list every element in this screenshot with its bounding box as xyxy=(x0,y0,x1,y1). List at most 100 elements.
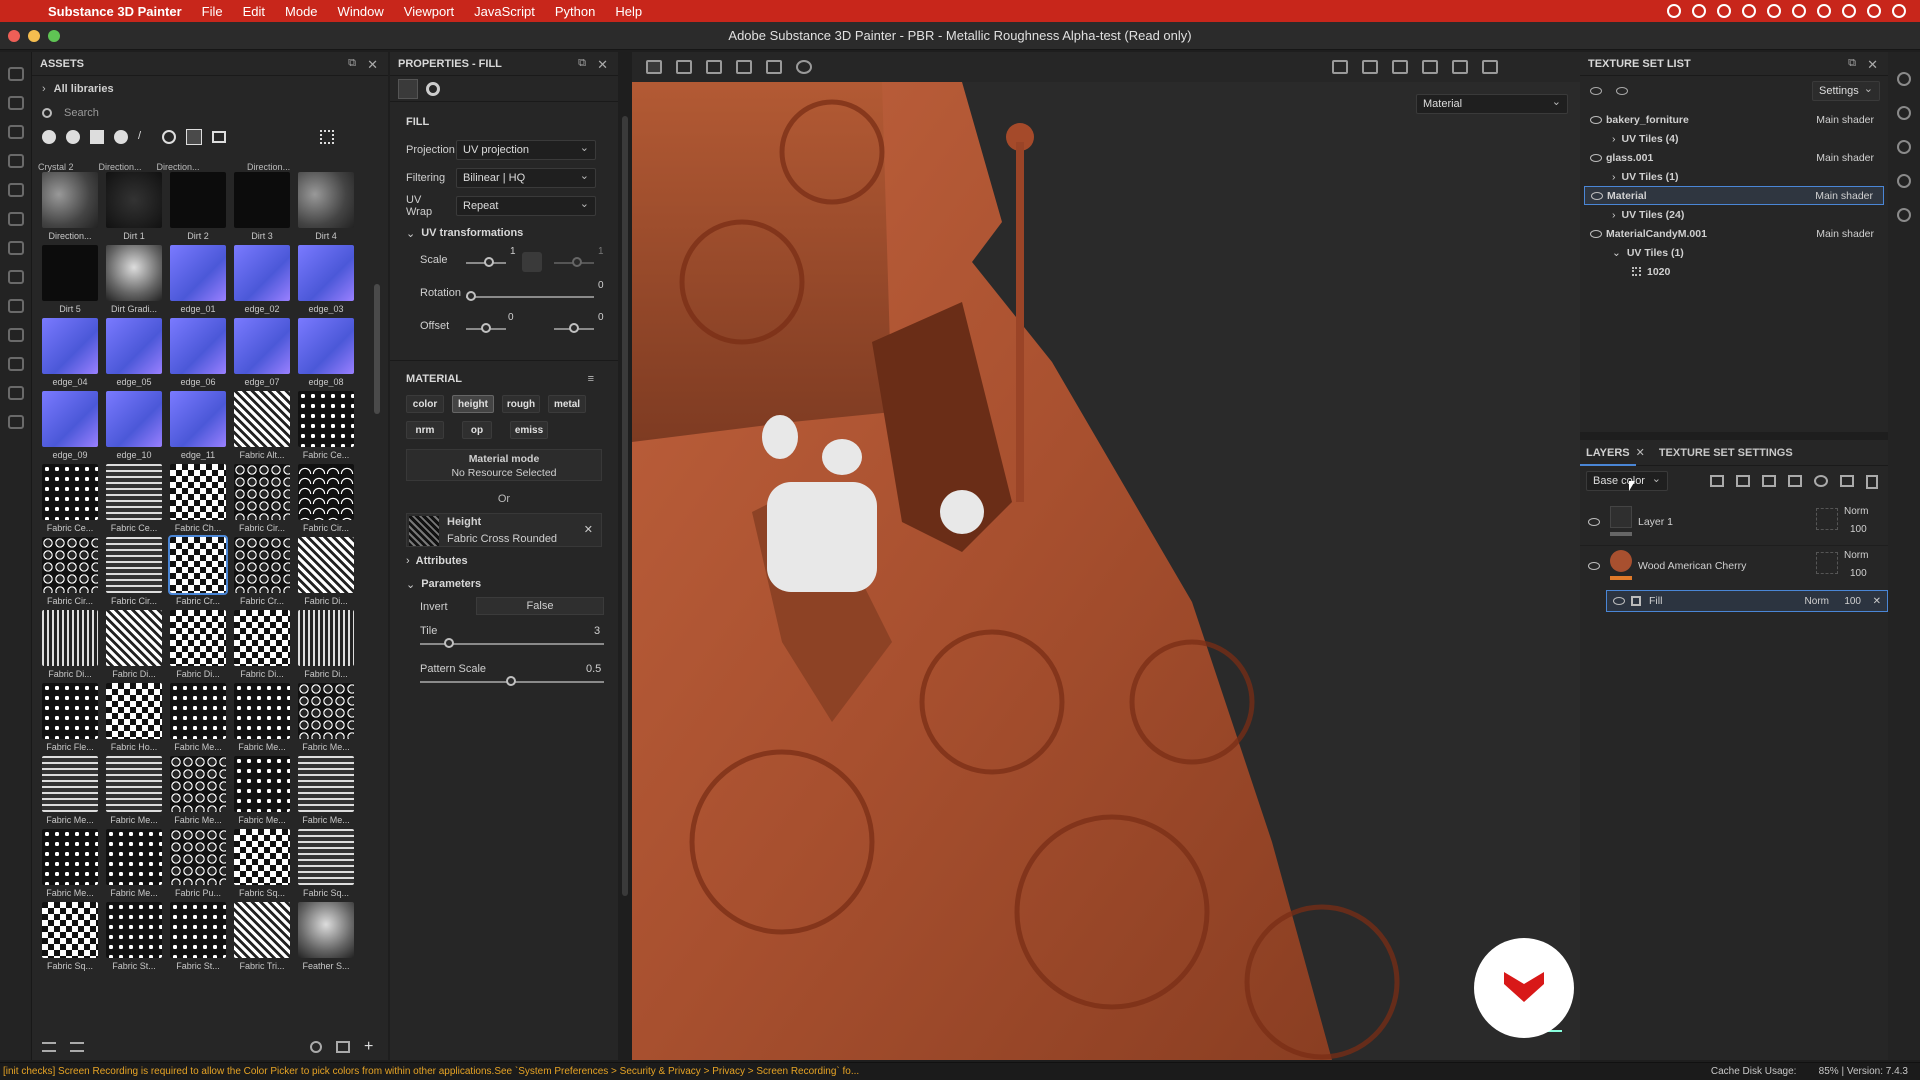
gear-icon[interactable] xyxy=(1717,4,1731,18)
tab-properties-icon[interactable] xyxy=(398,78,418,99)
uv-tiles-row[interactable]: ⌄ UV Tiles (1) xyxy=(1590,243,1884,262)
asset-thumbnail[interactable]: Feather S... xyxy=(294,900,358,973)
asset-thumbnail[interactable]: Fabric Me... xyxy=(38,827,102,900)
folder-icon[interactable] xyxy=(336,1041,350,1053)
align-icon[interactable] xyxy=(736,60,752,74)
uvwrap-dropdown[interactable]: Repeat xyxy=(456,196,596,216)
properties-scrollbar[interactable] xyxy=(622,116,628,896)
asset-thumbnail[interactable]: Fabric St... xyxy=(166,900,230,973)
asset-thumbnail[interactable]: Fabric Sq... xyxy=(38,900,102,973)
asset-thumbnail[interactable]: Fabric Pu... xyxy=(166,827,230,900)
asset-thumbnail[interactable]: Fabric Di... xyxy=(166,608,230,681)
frame-icon[interactable] xyxy=(766,60,782,74)
close-icon[interactable]: ✕ xyxy=(1867,57,1878,73)
asset-thumbnail[interactable]: Fabric Me... xyxy=(102,827,166,900)
search-input[interactable]: Search xyxy=(64,107,99,119)
view-2d-icon[interactable] xyxy=(1392,60,1408,74)
opacity-value[interactable]: 100 xyxy=(1850,568,1867,579)
viewport-grid-icon[interactable] xyxy=(646,60,662,74)
channel-emiss[interactable]: emiss xyxy=(510,421,548,439)
menu-mode[interactable]: Mode xyxy=(285,4,318,19)
cast-icon[interactable] xyxy=(1742,4,1756,18)
scale-v-slider-handle[interactable] xyxy=(572,257,582,267)
asset-thumbnail[interactable]: edge_06 xyxy=(166,316,230,389)
asset-thumbnail[interactable]: Fabric Me... xyxy=(230,754,294,827)
smudge-icon[interactable] xyxy=(8,183,24,197)
menu-viewport[interactable]: Viewport xyxy=(404,4,454,19)
asset-thumbnail[interactable]: edge_08 xyxy=(294,316,358,389)
camera-icon[interactable] xyxy=(1452,60,1468,74)
assets-scrollbar[interactable] xyxy=(374,284,380,414)
shader-label[interactable]: Main shader xyxy=(1816,228,1874,240)
asset-thumbnail[interactable]: edge_02 xyxy=(230,243,294,316)
pattern-scale-slider-handle[interactable] xyxy=(506,676,516,686)
close-icon[interactable]: ✕ xyxy=(584,523,593,536)
mask-filter-icon[interactable] xyxy=(114,130,128,144)
asset-thumbnail[interactable]: Fabric Cr... xyxy=(230,535,294,608)
show-all-icon[interactable] xyxy=(1616,87,1628,95)
wifi-icon[interactable] xyxy=(1842,4,1856,18)
clone-icon[interactable] xyxy=(8,212,24,226)
uv-tiles-icon[interactable] xyxy=(676,60,692,74)
shader-label[interactable]: Main shader xyxy=(1816,152,1874,164)
environment-filter-icon[interactable] xyxy=(212,131,226,143)
add-smart-icon[interactable] xyxy=(1814,475,1828,487)
asset-thumbnail[interactable]: Direction... xyxy=(38,170,102,243)
texture-set-row[interactable]: glass.001 Main shader xyxy=(1590,148,1884,167)
asset-thumbnail[interactable]: Fabric Di... xyxy=(102,608,166,681)
minimize-window-button[interactable] xyxy=(28,30,40,42)
projection-dropdown[interactable]: UV projection xyxy=(456,140,596,160)
extension-icon[interactable] xyxy=(1692,4,1706,18)
export-icon[interactable] xyxy=(8,357,24,371)
geometry-mask-icon[interactable] xyxy=(8,154,24,168)
shader-settings-icon[interactable] xyxy=(1897,140,1911,154)
uv-tiles-row[interactable]: › UV Tiles (1) xyxy=(1590,167,1884,186)
hide-icon[interactable] xyxy=(1332,60,1348,74)
filtering-dropdown[interactable]: Bilinear | HQ xyxy=(456,168,596,188)
texture-set-row[interactable]: MaterialCandyM.001 Main shader xyxy=(1590,224,1884,243)
asset-thumbnail[interactable]: Fabric Me... xyxy=(230,681,294,754)
rotation-slider-handle[interactable] xyxy=(466,291,476,301)
layer-row[interactable]: Layer 1 Norm 100 xyxy=(1580,502,1888,546)
channel-dropdown[interactable]: Base color xyxy=(1586,471,1668,491)
invert-toggle[interactable]: False xyxy=(476,597,604,615)
visibility-eye-icon[interactable] xyxy=(1588,518,1600,526)
close-icon[interactable]: ✕ xyxy=(1873,596,1881,607)
display-settings-icon[interactable] xyxy=(1897,106,1911,120)
asset-thumbnail[interactable]: Fabric Di... xyxy=(38,608,102,681)
zoom-window-button[interactable] xyxy=(48,30,60,42)
offset-v-slider-handle[interactable] xyxy=(569,323,579,333)
library-selector[interactable]: › All libraries xyxy=(32,76,388,102)
symmetry-icon[interactable] xyxy=(706,60,722,74)
fill-effect-row[interactable]: Fill Norm 100 ✕ xyxy=(1606,590,1888,612)
undock-icon[interactable]: ⧉ xyxy=(578,57,586,70)
visibility-eye-icon[interactable] xyxy=(1590,229,1602,238)
asset-thumbnail[interactable]: edge_09 xyxy=(38,389,102,462)
uv-tiles-row[interactable]: › UV Tiles (24) xyxy=(1590,205,1884,224)
asset-thumbnail[interactable]: Fabric Ce... xyxy=(294,389,358,462)
layer-row[interactable]: Wood American Cherry Norm 100 xyxy=(1580,546,1888,590)
visibility-eye-icon[interactable] xyxy=(1613,597,1625,605)
grid-view-icon[interactable] xyxy=(320,130,334,144)
rotation-slider[interactable] xyxy=(466,296,594,298)
asset-thumbnail[interactable]: Fabric Alt... xyxy=(230,389,294,462)
adobe-icon[interactable] xyxy=(1767,4,1781,18)
asset-thumbnail[interactable]: Fabric Ho... xyxy=(102,681,166,754)
close-icon[interactable]: ✕ xyxy=(1636,446,1645,459)
channel-op[interactable]: op xyxy=(462,421,492,439)
add-paint-layer-icon[interactable] xyxy=(1762,475,1776,487)
app-menu[interactable]: Substance 3D Painter xyxy=(48,4,182,19)
shader-label[interactable]: Main shader xyxy=(1815,190,1873,202)
refresh-icon[interactable] xyxy=(310,1041,322,1053)
layer-mask-slot[interactable] xyxy=(1816,508,1838,530)
delete-icon[interactable] xyxy=(1866,475,1878,489)
asset-thumbnail[interactable]: Fabric Me... xyxy=(38,754,102,827)
fill-blend-mode[interactable]: Norm xyxy=(1805,596,1829,607)
channel-height[interactable]: height xyxy=(452,395,494,413)
visibility-eye-icon[interactable] xyxy=(1588,562,1600,570)
offset-u-slider-handle[interactable] xyxy=(481,323,491,333)
asset-thumbnail[interactable]: Dirt Gradi... xyxy=(102,243,166,316)
channel-nrm[interactable]: nrm xyxy=(406,421,444,439)
asset-thumbnail[interactable]: Fabric Me... xyxy=(294,754,358,827)
brush-filter-icon[interactable]: / xyxy=(138,130,152,144)
